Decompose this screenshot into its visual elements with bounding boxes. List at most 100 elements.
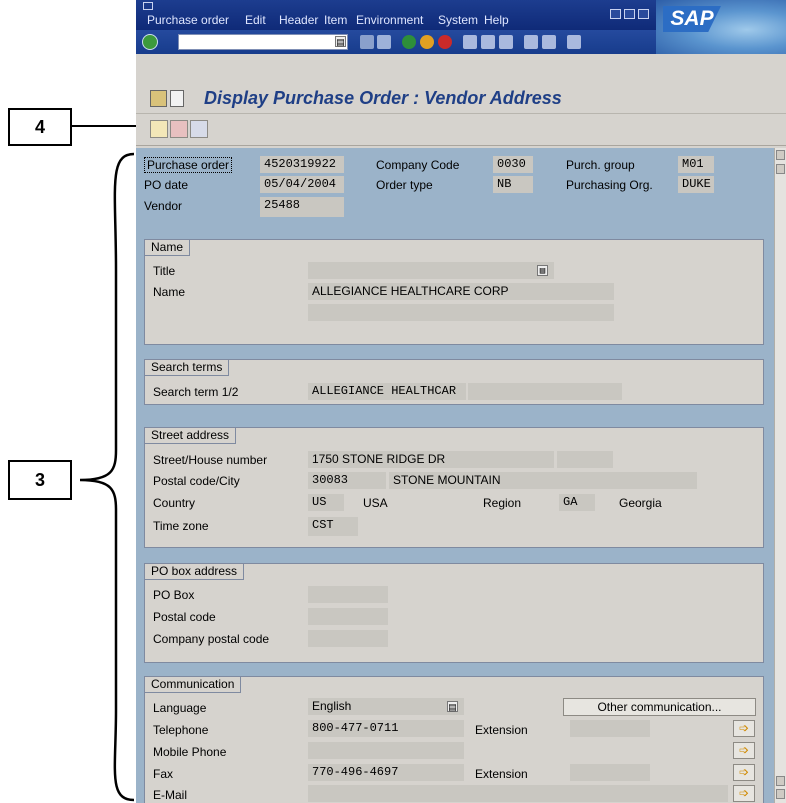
country-label: Country bbox=[153, 496, 196, 510]
fax-extension-field[interactable] bbox=[570, 764, 650, 781]
menu-system[interactable]: System bbox=[438, 13, 478, 27]
vendor-address-panel: Purchase order 4520319922 Company Code 0… bbox=[136, 148, 774, 803]
vendor-field[interactable]: 25488 bbox=[260, 197, 344, 217]
vendor-label: Vendor bbox=[144, 199, 183, 213]
scroll-bottom-down-icon[interactable] bbox=[776, 789, 785, 799]
communication-tab: Communication bbox=[144, 676, 242, 693]
po-box-group: PO box address PO Box Postal code Compan… bbox=[144, 563, 764, 663]
language-field[interactable]: English ▤ bbox=[308, 698, 464, 715]
scroll-bottom-icon[interactable] bbox=[776, 776, 785, 786]
postal-code-field[interactable]: 30083 bbox=[308, 472, 386, 489]
back-triangle-icon[interactable] bbox=[360, 35, 374, 49]
menu-purchase-order[interactable]: Purchase order bbox=[147, 13, 229, 27]
close-window-button[interactable] bbox=[638, 9, 649, 19]
po-box-field[interactable] bbox=[308, 586, 388, 603]
mobile-phone-field[interactable] bbox=[308, 742, 464, 759]
telephone-more-arrow-icon[interactable]: ➩ bbox=[733, 720, 755, 737]
save-icon[interactable] bbox=[377, 35, 391, 49]
mobile-more-arrow-icon[interactable]: ➩ bbox=[733, 742, 755, 759]
other-document-icon[interactable] bbox=[150, 90, 167, 107]
street-field[interactable]: 1750 STONE RIDGE DR bbox=[308, 451, 554, 468]
time-zone-field[interactable]: CST bbox=[308, 517, 358, 536]
house-number-field[interactable] bbox=[557, 451, 613, 468]
previous-page-icon[interactable] bbox=[542, 35, 556, 49]
create-session-icon[interactable] bbox=[567, 35, 581, 49]
search-term-1-field[interactable]: ALLEGIANCE HEALTHCAR bbox=[308, 383, 466, 400]
find-icon[interactable] bbox=[481, 35, 495, 49]
title-field[interactable]: ▤ bbox=[308, 262, 554, 279]
first-page-icon[interactable] bbox=[524, 35, 538, 49]
po-date-label: PO date bbox=[144, 178, 189, 192]
print-icon[interactable] bbox=[463, 35, 477, 49]
find-next-icon[interactable] bbox=[499, 35, 513, 49]
postal-city-label: Postal code/City bbox=[153, 474, 240, 488]
print-address-icon[interactable] bbox=[170, 120, 188, 138]
maximize-button[interactable] bbox=[624, 9, 635, 19]
po-box-tab: PO box address bbox=[144, 563, 245, 580]
language-label: Language bbox=[153, 701, 207, 715]
region-label: Region bbox=[483, 496, 522, 510]
company-code-field[interactable]: 0030 bbox=[493, 156, 533, 173]
language-dropdown-icon[interactable]: ▤ bbox=[447, 701, 458, 712]
window-menu-icon[interactable] bbox=[143, 2, 153, 10]
edit-address-icon[interactable] bbox=[190, 120, 208, 138]
purchase-order-field[interactable]: 4520319922 bbox=[260, 156, 344, 173]
order-type-label: Order type bbox=[376, 178, 433, 192]
menu-header[interactable]: Header bbox=[279, 13, 318, 27]
exit-icon[interactable] bbox=[420, 35, 434, 49]
title-dropdown-icon[interactable]: ▤ bbox=[537, 265, 548, 276]
company-code-label: Company Code bbox=[376, 158, 460, 172]
search-term-2-field[interactable] bbox=[468, 383, 622, 400]
po-postal-code-field[interactable] bbox=[308, 608, 388, 625]
communication-group: Communication Language English ▤ Other co… bbox=[144, 676, 764, 803]
header-toggle-icon[interactable] bbox=[170, 90, 184, 107]
purch-group-label: Purch. group bbox=[566, 158, 635, 172]
menu-item[interactable]: Item bbox=[324, 13, 347, 27]
country-code-field[interactable]: US bbox=[308, 494, 344, 511]
cancel-icon[interactable] bbox=[438, 35, 452, 49]
country-name: USA bbox=[363, 496, 388, 510]
mobile-phone-label: Mobile Phone bbox=[153, 745, 227, 759]
telephone-field[interactable]: 800-477-0711 bbox=[308, 720, 464, 737]
name-group-tab: Name bbox=[144, 239, 191, 256]
name-field-2[interactable] bbox=[308, 304, 614, 321]
email-label: E-Mail bbox=[153, 788, 188, 802]
sap-window: Purchase order Edit Header Item Environm… bbox=[136, 0, 786, 803]
callout-4: 4 bbox=[8, 108, 72, 146]
vendor-address-icon[interactable] bbox=[150, 120, 168, 138]
enter-check-icon[interactable] bbox=[142, 34, 158, 50]
telephone-extension-field[interactable] bbox=[570, 720, 650, 737]
fax-extension-label: Extension bbox=[475, 767, 528, 781]
command-field[interactable]: ▤ bbox=[178, 34, 348, 50]
menu-environment[interactable]: Environment bbox=[356, 13, 423, 27]
menu-help[interactable]: Help bbox=[484, 13, 509, 27]
purch-group-field[interactable]: M01 bbox=[678, 156, 714, 173]
command-dropdown-icon[interactable]: ▤ bbox=[335, 36, 346, 47]
minimize-button[interactable] bbox=[610, 9, 621, 19]
company-postal-code-field[interactable] bbox=[308, 630, 388, 647]
purchasing-org-field[interactable]: DUKE bbox=[678, 176, 714, 193]
name-field-1[interactable]: ALLEGIANCE HEALTHCARE CORP bbox=[308, 283, 614, 300]
fax-field[interactable]: 770-496-4697 bbox=[308, 764, 464, 781]
time-zone-label: Time zone bbox=[153, 519, 209, 533]
scroll-up-icon[interactable] bbox=[776, 150, 785, 160]
po-postal-code-label: Postal code bbox=[153, 610, 216, 624]
other-communication-button[interactable]: Other communication... bbox=[563, 698, 756, 716]
scroll-down-small-icon[interactable] bbox=[776, 164, 785, 174]
menu-edit[interactable]: Edit bbox=[245, 13, 266, 27]
name-group: Name Title ▤ Name ALLEGIANCE HEALTHCARE … bbox=[144, 239, 764, 345]
back-icon[interactable] bbox=[402, 35, 416, 49]
order-type-field[interactable]: NB bbox=[493, 176, 533, 193]
region-name: Georgia bbox=[619, 496, 662, 510]
name-label: Name bbox=[153, 285, 186, 299]
city-field[interactable]: STONE MOUNTAIN bbox=[389, 472, 697, 489]
region-code-field[interactable]: GA bbox=[559, 494, 595, 511]
street-address-group: Street address Street/House number 1750 … bbox=[144, 427, 764, 548]
email-field[interactable] bbox=[308, 785, 728, 802]
po-date-field[interactable]: 05/04/2004 bbox=[260, 176, 344, 193]
title-label: Title bbox=[153, 264, 176, 278]
vertical-scrollbar[interactable] bbox=[774, 148, 786, 803]
email-more-arrow-icon[interactable]: ➩ bbox=[733, 785, 755, 802]
callout-3-brace bbox=[79, 152, 135, 802]
fax-more-arrow-icon[interactable]: ➩ bbox=[733, 764, 755, 781]
